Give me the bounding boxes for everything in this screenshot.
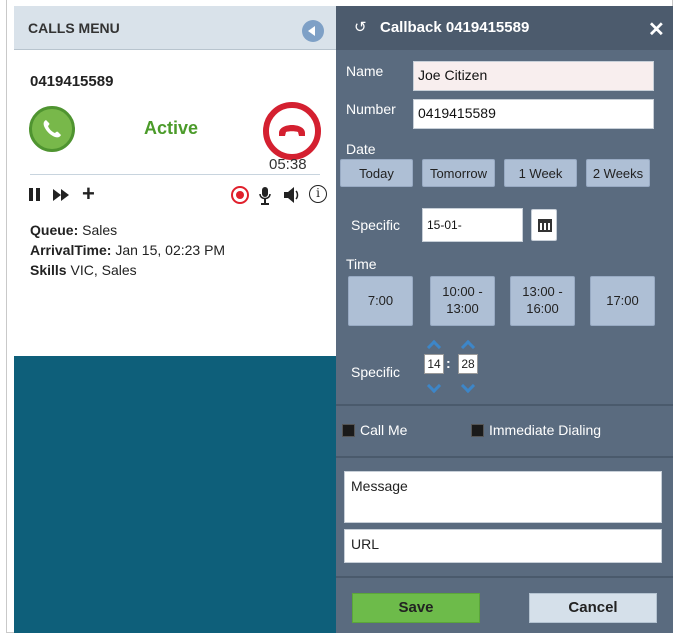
immediate-dialing-checkbox[interactable] [471, 424, 484, 437]
minute-down-icon[interactable] [460, 378, 476, 394]
divider [30, 174, 320, 175]
minute-input[interactable]: 28 [458, 354, 478, 374]
time-specific-label: Specific [351, 364, 401, 380]
active-call-card: 0419415589 Active 05:38 + i Queue: Sales… [14, 50, 336, 356]
call-status: Active [144, 118, 199, 138]
hangup-phone-icon [279, 125, 305, 136]
arrival-label: ArrivalTime: [30, 242, 112, 258]
skills-label: Skills [30, 262, 67, 278]
time-7-00-button[interactable]: 7:00 [348, 276, 413, 326]
name-field[interactable]: Joe Citizen [413, 61, 654, 91]
caller-number: 0419415589 [30, 73, 114, 90]
time-17-00-button[interactable]: 17:00 [590, 276, 655, 326]
pause-icon[interactable] [28, 184, 42, 206]
date-label: Date [346, 141, 376, 157]
time-13-16-button[interactable]: 13:00 - 16:00 [510, 276, 575, 326]
calls-menu-header: CALLS MENU [14, 6, 336, 50]
info-icon[interactable]: i [309, 185, 327, 203]
divider [336, 404, 673, 406]
call-me-checkbox[interactable] [342, 424, 355, 437]
speaker-icon[interactable] [283, 184, 301, 206]
answer-call-button[interactable] [29, 106, 75, 152]
calls-menu-title: CALLS MENU [28, 20, 120, 36]
hangup-button[interactable] [263, 102, 321, 160]
specific-date-field[interactable]: 15-01- [422, 208, 523, 242]
microphone-icon[interactable] [258, 184, 272, 206]
time-7-00-label: 7:00 [367, 293, 394, 308]
date-today-button[interactable]: Today [340, 159, 413, 187]
queue-row: Queue: Sales [30, 220, 225, 240]
collapse-arrow-icon[interactable] [302, 20, 324, 42]
immediate-dialing-label: Immediate Dialing [489, 422, 602, 438]
time-10-13-line2: 13:00 [446, 301, 479, 316]
skills-row: Skills VIC, Sales [30, 260, 225, 280]
record-icon[interactable] [231, 186, 249, 204]
time-label: Time [346, 256, 377, 272]
calls-menu-footer [14, 356, 336, 633]
callback-icon: ↺ [354, 19, 367, 36]
call-controls: + i [28, 183, 327, 208]
date-2-weeks-button[interactable]: 2 Weeks [586, 159, 650, 187]
message-field[interactable]: Message [344, 471, 662, 523]
phone-icon [43, 120, 61, 138]
queue-label: Queue: [30, 222, 79, 238]
callback-title: Callback 0419415589 [380, 19, 530, 36]
divider [336, 456, 673, 458]
save-button[interactable]: Save [352, 593, 480, 623]
call-details: Queue: Sales ArrivalTime: Jan 15, 02:23 … [30, 220, 225, 280]
cancel-button[interactable]: Cancel [529, 593, 657, 623]
date-specific-label: Specific [351, 217, 401, 233]
calls-menu-panel: CALLS MENU 0419415589 Active 05:38 + i Q… [14, 6, 336, 633]
name-label: Name [346, 63, 384, 79]
date-tomorrow-button[interactable]: Tomorrow [422, 159, 495, 187]
hour-down-icon[interactable] [426, 378, 442, 394]
time-separator: : [446, 355, 451, 371]
time-17-00-label: 17:00 [606, 293, 639, 308]
call-timer: 05:38 [269, 156, 307, 173]
time-13-16-line1: 13:00 - [522, 284, 563, 299]
call-me-label: Call Me [360, 422, 408, 438]
transfer-icon[interactable] [52, 184, 74, 206]
hour-up-icon[interactable] [426, 339, 442, 355]
calendar-icon[interactable] [531, 209, 557, 241]
add-call-icon[interactable]: + [82, 183, 95, 205]
url-field[interactable]: URL [344, 529, 662, 563]
skills-value: VIC, Sales [70, 262, 137, 278]
callback-header: ↺ Callback 0419415589 ✕ [336, 6, 673, 50]
divider [336, 576, 673, 578]
queue-value: Sales [82, 222, 118, 238]
time-10-13-line1: 10:00 - [442, 284, 483, 299]
minute-up-icon[interactable] [460, 339, 476, 355]
hour-input[interactable]: 14 [424, 354, 444, 374]
date-1-week-button[interactable]: 1 Week [504, 159, 577, 187]
arrival-value: Jan 15, 02:23 PM [115, 242, 226, 258]
close-icon[interactable]: ✕ [648, 17, 665, 42]
time-13-16-line2: 16:00 [526, 301, 559, 316]
time-10-13-button[interactable]: 10:00 - 13:00 [430, 276, 495, 326]
arrival-row: ArrivalTime: Jan 15, 02:23 PM [30, 240, 225, 260]
number-label: Number [346, 101, 396, 117]
callback-panel: ↺ Callback 0419415589 ✕ Name Joe Citizen… [336, 6, 673, 633]
number-field[interactable]: 0419415589 [413, 99, 654, 129]
